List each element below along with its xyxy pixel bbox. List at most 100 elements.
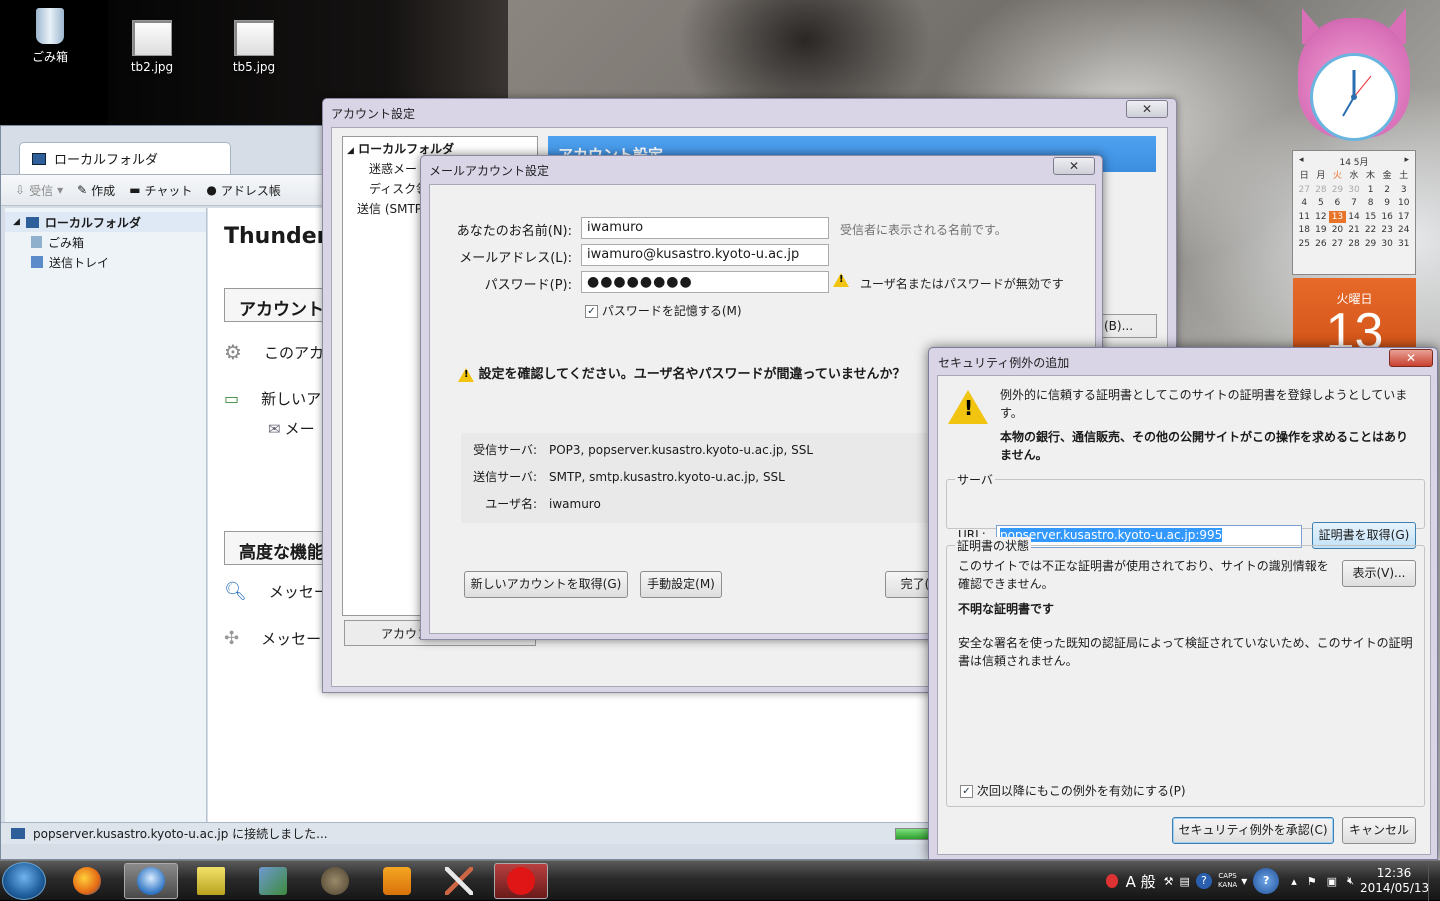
view-certificate-button[interactable]: 表示(V)... (1342, 560, 1416, 587)
help-bubble-icon[interactable]: ? (1253, 868, 1280, 894)
calendar-weekday: 土 (1399, 171, 1409, 181)
taskbar-media-player[interactable] (370, 863, 424, 899)
notification-icon[interactable] (1105, 874, 1118, 888)
cancel-button[interactable]: キャンセル (1342, 817, 1416, 844)
flag-icon[interactable]: ⚑ (1307, 875, 1317, 888)
taskbar-clock[interactable]: 12:36 2014/05/13 (1360, 866, 1429, 896)
desktop-icon-tb5[interactable]: tb5.jpg (219, 20, 289, 74)
new-account-link[interactable]: ▭ 新しいア (224, 388, 321, 409)
filter-messages-link[interactable]: ✣ メッセー (224, 628, 321, 649)
calendar-day[interactable]: 27 (1329, 238, 1346, 251)
folder-outbox[interactable]: 送信トレイ (5, 252, 206, 272)
prev-month-icon[interactable]: ◂ (1299, 155, 1304, 168)
group-label: 証明書の状態 (955, 537, 1032, 554)
calendar-day[interactable]: 24 (1395, 224, 1412, 237)
calendar-day[interactable]: 11 (1296, 211, 1313, 224)
calendar-day[interactable]: 6 (1329, 197, 1346, 210)
desktop-icon-tb2[interactable]: tb2.jpg (117, 20, 187, 74)
calendar-day[interactable]: 22 (1362, 224, 1379, 237)
chevron-down-icon[interactable]: ▾ (57, 183, 63, 197)
calendar-day[interactable]: 29 (1362, 238, 1379, 251)
calendar-day[interactable]: 23 (1379, 224, 1396, 237)
folder-local-folders[interactable]: ◢ ローカルフォルダ (5, 212, 206, 232)
close-button[interactable]: ✕ (1053, 157, 1095, 175)
chat-button[interactable]: ▬ チャット (129, 182, 192, 199)
calendar-day[interactable]: 16 (1379, 211, 1396, 224)
get-new-account-button[interactable]: 新しいアカウントを取得(G) (464, 571, 628, 598)
compose-button[interactable]: ✎ 作成 (77, 182, 115, 199)
email-field[interactable]: iwamuro@kusastro.kyoto-u.ac.jp (581, 244, 829, 266)
help-icon[interactable]: ? (1195, 873, 1212, 889)
calendar-day[interactable]: 27 (1296, 184, 1313, 197)
taskbar-app-splat[interactable] (494, 863, 548, 899)
calendar-day[interactable]: 15 (1362, 211, 1379, 224)
calendar-day[interactable]: 12 (1313, 211, 1330, 224)
network-status-icon[interactable]: ▣ (1327, 875, 1337, 888)
calendar-day[interactable]: 21 (1346, 224, 1363, 237)
calendar-day[interactable]: 13 (1329, 210, 1346, 223)
clock-gadget[interactable] (1298, 8, 1410, 141)
ime-dict-icon[interactable]: ▤ (1180, 875, 1190, 888)
taskbar-notes[interactable] (184, 863, 238, 899)
calendar-day[interactable]: 20 (1329, 224, 1346, 237)
tab-local-folders[interactable]: ローカルフォルダ (19, 142, 231, 174)
ime-indicator[interactable]: A 般 (1126, 871, 1156, 892)
calendar-day[interactable]: 10 (1395, 197, 1412, 210)
receive-button[interactable]: ⇩ 受信 ▾ (15, 182, 63, 199)
taskbar-firefox[interactable] (60, 863, 114, 899)
view-settings-link[interactable]: ⚙ このアカ (224, 340, 324, 364)
calendar-day[interactable]: 1 (1362, 184, 1379, 197)
volume-muted-icon[interactable]: 🔇︎ (1347, 874, 1354, 888)
calendar-day[interactable]: 9 (1379, 197, 1396, 210)
calendar-day[interactable]: 8 (1362, 197, 1379, 210)
calendar-day[interactable]: 28 (1313, 184, 1330, 197)
search-messages-link[interactable]: 🔍︎ メッセー (224, 581, 329, 602)
calendar-day[interactable]: 5 (1313, 197, 1330, 210)
network-icon (259, 867, 287, 895)
calendar-day[interactable]: 28 (1346, 238, 1363, 251)
calendar-day[interactable]: 19 (1313, 224, 1330, 237)
calendar-day[interactable]: 18 (1296, 224, 1313, 237)
start-button[interactable] (2, 862, 46, 900)
confirm-exception-button[interactable]: セキュリティ例外を承認(C) (1172, 817, 1334, 844)
taskbar-network[interactable] (246, 863, 300, 899)
taskbar-thunderbird[interactable] (124, 863, 178, 899)
ime-tools-icon[interactable]: ⚒ (1164, 875, 1174, 888)
taskbar-gimp[interactable] (308, 863, 362, 899)
next-month-icon[interactable]: ▸ (1404, 155, 1409, 168)
expand-arrow-icon[interactable]: ◢ (13, 217, 20, 227)
show-desktop-button[interactable] (1428, 861, 1440, 901)
calendar-day[interactable]: 3 (1395, 184, 1412, 197)
close-button[interactable]: ✕ (1126, 100, 1168, 118)
manual-config-button[interactable]: 手動設定(M) (640, 571, 722, 598)
calendar-day[interactable]: 30 (1379, 238, 1396, 251)
calendar-day[interactable]: 29 (1329, 184, 1346, 197)
expand-arrow-icon[interactable]: ◢ (347, 146, 354, 156)
taskbar-xming[interactable] (432, 863, 486, 899)
close-button[interactable]: ✕ (1389, 349, 1433, 367)
calendar-day[interactable]: 26 (1313, 238, 1330, 251)
calendar-day[interactable]: 30 (1346, 184, 1363, 197)
cert-problem-title: 不明な証明書です (958, 602, 1055, 616)
mail-account-link[interactable]: ✉ メー (268, 418, 315, 439)
show-hidden-icons-icon[interactable]: ▴ (1291, 875, 1297, 888)
desktop-icon-recycle-bin[interactable]: ごみ箱 (15, 8, 85, 65)
calendar-day[interactable]: 2 (1379, 184, 1396, 197)
calendar-gadget[interactable]: ◂ 14 5月 ▸ 日月火水木金土 27 28 29 30 1 2 3 4 5 6 7 8 9 10 11 12… (1292, 150, 1416, 275)
calendar-day[interactable]: 4 (1296, 197, 1313, 210)
browse-button[interactable]: (B)... (1097, 314, 1157, 338)
summary-key: 送信サーバ: (473, 470, 537, 484)
calendar-day[interactable]: 25 (1296, 238, 1313, 251)
name-field[interactable]: iwamuro (581, 217, 829, 239)
calendar-day[interactable]: 31 (1395, 238, 1412, 251)
remember-password-checkbox[interactable]: ✓ パスワードを記憶する(M) (585, 302, 742, 319)
addressbook-button[interactable]: ● アドレス帳 (206, 182, 281, 199)
permanent-exception-checkbox[interactable]: ✓ 次回以降にもこの例外を有効にする(P) (960, 782, 1186, 799)
ime-menu-icon[interactable]: ▾ (1241, 874, 1247, 888)
calendar-day[interactable]: 7 (1346, 197, 1363, 210)
calendar-day[interactable]: 14 (1346, 211, 1363, 224)
password-field[interactable]: ●●●●●●●● (581, 271, 829, 293)
folder-trash[interactable]: ごみ箱 (5, 232, 206, 252)
calendar-weekday: 日 (1299, 171, 1309, 181)
calendar-day[interactable]: 17 (1395, 211, 1412, 224)
